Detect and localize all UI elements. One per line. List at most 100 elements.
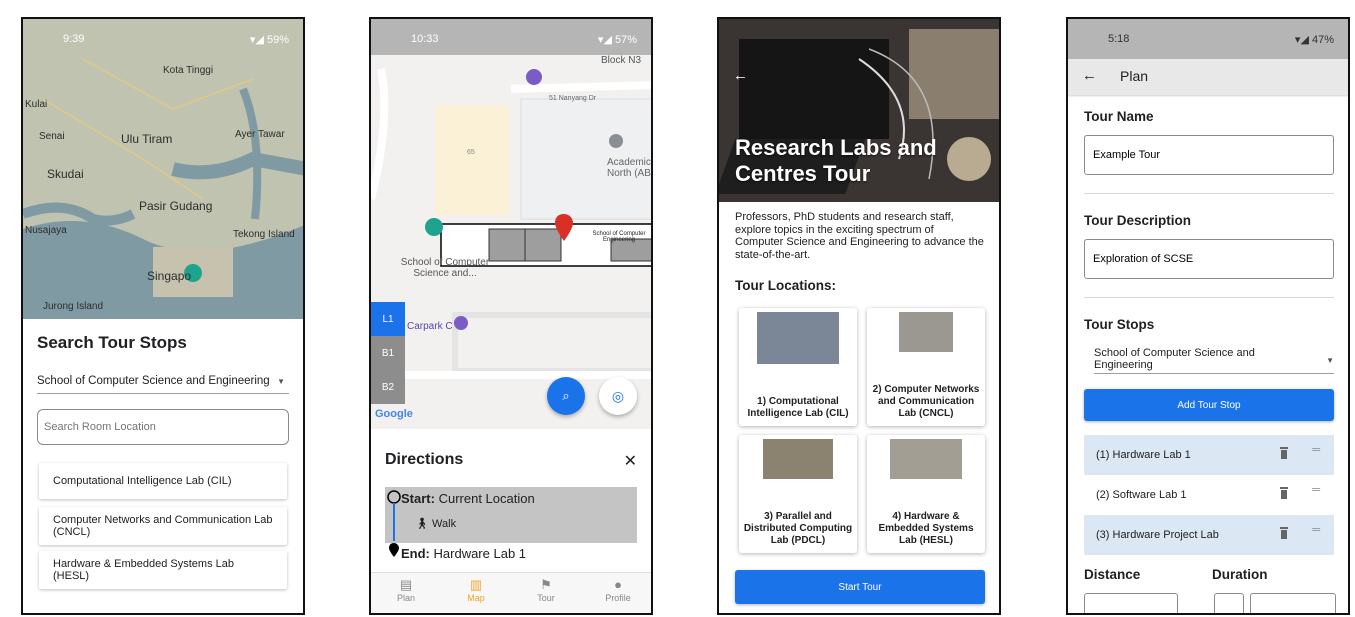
search-sheet: Search Tour Stops School of Computer Sci… — [23, 319, 303, 613]
map-label-academic: Academic North (AB — [607, 157, 651, 179]
nav-tab-tour[interactable]: ⚑ Tour — [521, 577, 571, 603]
map-label-school: School of Computer Science and... — [400, 257, 490, 279]
dropdown-value: School of Computer Science and Engineeri… — [37, 375, 270, 387]
walk-icon: 🚶︎ — [415, 518, 429, 530]
drag-handle-icon[interactable]: ═ — [1312, 524, 1320, 536]
distance-label: Distance — [1084, 567, 1141, 582]
trash-icon[interactable] — [1280, 527, 1288, 539]
campus-map[interactable]: Block N3 51 Nanyang Dr 65 Academic North… — [371, 19, 651, 429]
battery-level: 57% — [614, 33, 637, 46]
search-fab[interactable]: ⌕ — [547, 377, 585, 415]
map-label-number: 65 — [467, 149, 475, 156]
plan-icon: ▤ — [399, 577, 413, 592]
stop-label: (3) Hardware Project Lab — [1096, 529, 1219, 541]
tour-description-label: Tour Description — [1084, 213, 1192, 228]
map-label-school-box: School of Computer Engineering — [592, 231, 646, 243]
tour-details-screen: ← Research Labs and Centres Tour Profess… — [717, 17, 1001, 615]
wifi-icon: ▾◢ — [1294, 33, 1312, 46]
nav-label: Plan — [396, 593, 415, 603]
directions-screen: Block N3 51 Nanyang Dr 65 Academic North… — [369, 17, 653, 615]
drag-handle-icon[interactable]: ═ — [1312, 444, 1320, 456]
drag-handle-icon[interactable]: ═ — [1312, 484, 1320, 496]
start-tour-button[interactable]: Start Tour — [735, 570, 985, 604]
route-walk: 🚶︎ Walk — [415, 517, 456, 530]
trash-icon[interactable] — [1280, 447, 1288, 459]
location-card[interactable]: 3) Parallel and Distributed Computing La… — [739, 435, 857, 553]
add-tour-stop-button[interactable]: Add Tour Stop — [1084, 389, 1334, 421]
tour-stop-row[interactable]: (1) Hardware Lab 1 ═ — [1084, 435, 1334, 475]
result-item[interactable]: Computational Intelligence Lab (CIL) — [39, 463, 287, 499]
map-label: Singapo — [147, 269, 192, 283]
result-item[interactable]: Hardware & Embedded Systems Lab (HESL) — [39, 551, 287, 589]
school-dropdown[interactable]: School of Computer Science and Engineeri… — [37, 371, 289, 394]
stop-select-value: School of Computer Science and Engineeri… — [1094, 347, 1255, 371]
status-time: 10:33 — [411, 33, 439, 45]
sheet-title: Search Tour Stops — [37, 333, 187, 352]
map-view[interactable]: Kota Tinggi Kulai Senai Ulu Tiram Ayer T… — [23, 19, 303, 319]
nav-tab-profile[interactable]: ● Profile — [593, 577, 643, 603]
search-tour-stops-screen: Kota Tinggi Kulai Senai Ulu Tiram Ayer T… — [21, 17, 305, 615]
location-card[interactable]: 2) Computer Networks and Communication L… — [867, 308, 985, 426]
nav-tab-map[interactable]: ▥ Map — [451, 577, 501, 603]
close-icon[interactable]: ✕ — [624, 451, 637, 471]
map-label: Kulai — [25, 99, 48, 110]
back-arrow-icon[interactable]: ← — [1082, 67, 1097, 84]
divider — [1084, 297, 1334, 298]
tour-description-input[interactable] — [1084, 239, 1334, 279]
flag-icon: ⚑ — [540, 577, 552, 592]
nav-label: Tour — [537, 593, 555, 603]
nav-label: Map — [467, 593, 485, 603]
directions-title: Directions — [385, 451, 464, 468]
caret-down-icon: ▼ — [277, 377, 285, 386]
locate-icon: ◎ — [611, 387, 625, 404]
divider — [1084, 193, 1334, 194]
tour-description: Professors, PhD students and research st… — [735, 211, 984, 261]
location-card[interactable]: 1) Computational Intelligence Lab (CIL) — [739, 308, 857, 426]
tour-stop-select[interactable]: School of Computer Science and Engineeri… — [1094, 347, 1334, 374]
trash-icon[interactable] — [1280, 487, 1288, 499]
distance-input[interactable]: km — [1084, 593, 1178, 613]
hero-image: ← Research Labs and Centres Tour — [719, 19, 999, 202]
map-icon: ▥ — [469, 577, 483, 592]
caret-down-icon: ▼ — [1326, 356, 1334, 365]
hours-input[interactable]: hh — [1214, 593, 1244, 613]
nav-label: Profile — [605, 593, 631, 603]
map-label: Senai — [39, 131, 65, 142]
floor-b1-button[interactable]: B1 — [371, 336, 405, 370]
tour-name-label: Tour Name — [1084, 109, 1154, 124]
location-card[interactable]: 4) Hardware & Embedded Systems Lab (HESL… — [867, 435, 985, 553]
status-time: 9:39 — [63, 33, 85, 45]
google-logo: Google — [375, 408, 413, 420]
bottom-navigation: ▤ Plan ▥ Map ⚑ Tour ● Profile — [371, 572, 651, 613]
end-label: End: — [401, 546, 430, 561]
tour-stops-label: Tour Stops — [1084, 317, 1155, 332]
minutes-input[interactable]: mm — [1250, 593, 1336, 613]
floor-b2-button[interactable]: B2 — [371, 370, 405, 404]
card-photo — [763, 439, 833, 479]
person-icon: ● — [614, 577, 622, 592]
tour-name-input[interactable] — [1084, 135, 1334, 175]
search-room-input[interactable] — [37, 409, 289, 445]
tour-stop-row[interactable]: (2) Software Lab 1 ═ — [1084, 475, 1334, 515]
status-bar: 10:33 ▾◢ 57% — [371, 19, 651, 59]
status-bar: 9:39 ▾◢ 59% — [23, 19, 303, 59]
locate-fab[interactable]: ◎ — [599, 377, 637, 415]
status-bar: 5:18 ▾◢ 47% — [1068, 19, 1348, 59]
card-photo — [890, 439, 962, 479]
route-start: Start: Current Location — [401, 491, 535, 506]
app-bar: ← Plan — [1068, 59, 1348, 95]
search-icon: ⌕ — [562, 388, 570, 403]
wifi-icon: ▾◢ — [597, 33, 615, 46]
map-label: Kota Tinggi — [163, 65, 214, 76]
stop-label: (1) Hardware Lab 1 — [1096, 449, 1191, 461]
card-photo — [899, 312, 953, 352]
tour-stop-row[interactable]: (3) Hardware Project Lab ═ — [1084, 515, 1334, 555]
back-arrow-icon[interactable]: ← — [733, 67, 748, 84]
floor-l1-button[interactable]: L1 — [371, 302, 405, 336]
map-label-road: 51 Nanyang Dr — [549, 95, 597, 102]
result-item[interactable]: Computer Networks and Communication Lab … — [39, 507, 287, 545]
nav-tab-plan[interactable]: ▤ Plan — [381, 577, 431, 603]
card-label: 2) Computer Networks and Communication L… — [872, 384, 980, 419]
card-label: 1) Computational Intelligence Lab (CIL) — [747, 396, 849, 419]
map-label: Ulu Tiram — [121, 132, 173, 146]
